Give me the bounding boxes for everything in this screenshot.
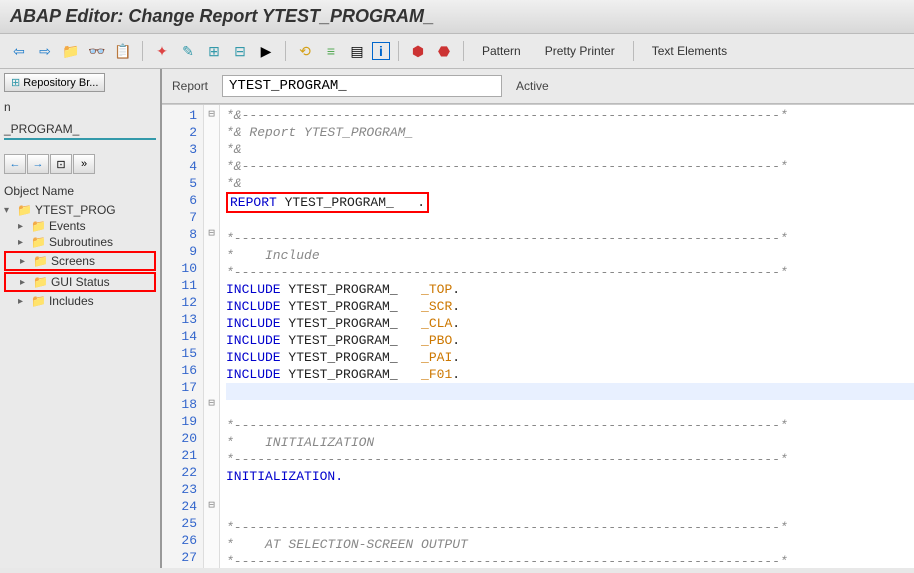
where-used-icon[interactable]: ⊞ [203, 40, 225, 62]
nav-fwd-icon[interactable]: → [27, 154, 49, 174]
display-toggle-icon[interactable]: 👓 [86, 40, 108, 62]
tree-screens[interactable]: ▸ 📁 Screens [6, 253, 154, 269]
check-icon[interactable]: ✎ [177, 40, 199, 62]
nav-more-icon[interactable]: » [73, 154, 95, 174]
code-line: *& [226, 142, 242, 157]
expand-icon: ▾ [4, 205, 14, 216]
report-label: Report [172, 79, 208, 93]
tree-gui-status-label: GUI Status [51, 275, 110, 289]
trunc-text-2: _PROGRAM_ [4, 122, 156, 140]
code-line: *&--------------------------------------… [226, 159, 788, 174]
folder-icon: 📁 [31, 235, 46, 249]
code-line: INITIALIZATION. [226, 469, 343, 484]
redo-icon[interactable]: ≡ [320, 40, 342, 62]
tree-root[interactable]: ▾ 📁 YTEST_PROG [4, 202, 156, 218]
separator [285, 41, 286, 61]
code-editor[interactable]: 1234567891011121314151617181920212223242… [162, 104, 914, 568]
trunc-text-1: n [4, 100, 156, 114]
code-content[interactable]: *&--------------------------------------… [220, 105, 914, 568]
repo-icon: ⊞ [11, 76, 20, 89]
program-name-input[interactable] [222, 75, 502, 97]
code-line: INCLUDE YTEST_PROGRAM_ _SCR. [226, 299, 460, 314]
expand-icon: ▸ [18, 237, 28, 248]
repository-browser-button[interactable]: ⊞ Repository Br... [4, 73, 105, 92]
text-elements-button[interactable]: Text Elements [642, 40, 737, 62]
nav-row: ← → ⊡ » [4, 154, 156, 174]
activate-icon[interactable]: ✦ [151, 40, 173, 62]
separator [633, 41, 634, 61]
tree-subroutines[interactable]: ▸ 📁 Subroutines [4, 234, 156, 250]
info-icon[interactable]: i [372, 42, 390, 60]
separator [398, 41, 399, 61]
tree-includes-label: Includes [49, 294, 94, 308]
exec-icon[interactable]: ▶ [255, 40, 277, 62]
code-line: *&--------------------------------------… [226, 108, 788, 123]
test-icon[interactable]: ⊟ [229, 40, 251, 62]
highlighted-report-line: REPORT YTEST_PROGRAM_ . [226, 192, 429, 213]
folder-icon: 📁 [17, 203, 32, 217]
code-line: *---------------------------------------… [226, 554, 788, 568]
expand-icon: ▸ [20, 277, 30, 288]
code-line: *---------------------------------------… [226, 265, 788, 280]
tree-root-label: YTEST_PROG [35, 203, 116, 217]
breakpoint-icon[interactable]: ⬢ [407, 40, 429, 62]
main-area: ⊞ Repository Br... n _PROGRAM_ ← → ⊡ » O… [0, 69, 914, 568]
code-line: INCLUDE YTEST_PROGRAM_ _PAI. [226, 350, 460, 365]
code-line: *---------------------------------------… [226, 520, 788, 535]
code-line: * Include [226, 248, 320, 263]
code-line: *& Report YTEST_PROGRAM_ [226, 125, 413, 140]
sidebar: ⊞ Repository Br... n _PROGRAM_ ← → ⊡ » O… [0, 69, 162, 568]
expand-icon: ▸ [18, 221, 28, 232]
inactive-icon[interactable]: 📋 [112, 40, 134, 62]
code-line: *---------------------------------------… [226, 418, 788, 433]
code-line: *& [226, 176, 242, 191]
editor-header: Report Active [162, 69, 914, 104]
other-object-icon[interactable]: 📁 [60, 40, 82, 62]
code-line: INCLUDE YTEST_PROGRAM_ _TOP. [226, 282, 460, 297]
pattern-button[interactable]: Pattern [472, 40, 531, 62]
folder-icon: 📁 [31, 294, 46, 308]
nav-up-icon[interactable]: ⊡ [50, 154, 72, 174]
code-line: *---------------------------------------… [226, 452, 788, 467]
fold-gutter: ⊟ ⊟ ⊟ ⊟ [204, 105, 220, 568]
code-line: INCLUDE YTEST_PROGRAM_ _CLA. [226, 316, 460, 331]
object-tree: ▾ 📁 YTEST_PROG ▸ 📁 Events ▸ 📁 Subroutine… [4, 202, 156, 309]
code-line: * INITIALIZATION [226, 435, 374, 450]
tree-gui-status[interactable]: ▸ 📁 GUI Status [6, 274, 154, 290]
tree-subroutines-label: Subroutines [49, 235, 113, 249]
stop-icon[interactable]: ⬣ [433, 40, 455, 62]
separator [142, 41, 143, 61]
object-name-label: Object Name [4, 184, 156, 198]
find-icon[interactable]: ▤ [346, 40, 368, 62]
folder-icon: 📁 [31, 219, 46, 233]
pretty-printer-button[interactable]: Pretty Printer [535, 40, 625, 62]
tree-events-label: Events [49, 219, 86, 233]
back-icon[interactable]: ⇦ [8, 40, 30, 62]
expand-icon: ▸ [20, 256, 30, 267]
separator [463, 41, 464, 61]
code-line: INCLUDE YTEST_PROGRAM_ _PBO. [226, 333, 460, 348]
current-line [226, 383, 914, 400]
code-line: * AT SELECTION-SCREEN OUTPUT [226, 537, 468, 552]
repo-label: Repository Br... [23, 77, 98, 89]
main-toolbar: ⇦ ⇨ 📁 👓 📋 ✦ ✎ ⊞ ⊟ ▶ ⟲ ≡ ▤ i ⬢ ⬣ Pattern … [0, 34, 914, 69]
folder-icon: 📁 [33, 254, 48, 268]
nav-back-icon[interactable]: ← [4, 154, 26, 174]
editor-area: Report Active 12345678910111213141516171… [162, 69, 914, 568]
status-label: Active [516, 79, 549, 93]
tree-screens-label: Screens [51, 254, 95, 268]
window-title: ABAP Editor: Change Report YTEST_PROGRAM… [0, 0, 914, 34]
forward-icon[interactable]: ⇨ [34, 40, 56, 62]
undo-icon[interactable]: ⟲ [294, 40, 316, 62]
code-line: *---------------------------------------… [226, 231, 788, 246]
line-numbers: 1234567891011121314151617181920212223242… [162, 105, 204, 568]
folder-icon: 📁 [33, 275, 48, 289]
code-line: INCLUDE YTEST_PROGRAM_ _F01. [226, 367, 460, 382]
tree-includes[interactable]: ▸ 📁 Includes [4, 293, 156, 309]
expand-icon: ▸ [18, 296, 28, 307]
tree-events[interactable]: ▸ 📁 Events [4, 218, 156, 234]
